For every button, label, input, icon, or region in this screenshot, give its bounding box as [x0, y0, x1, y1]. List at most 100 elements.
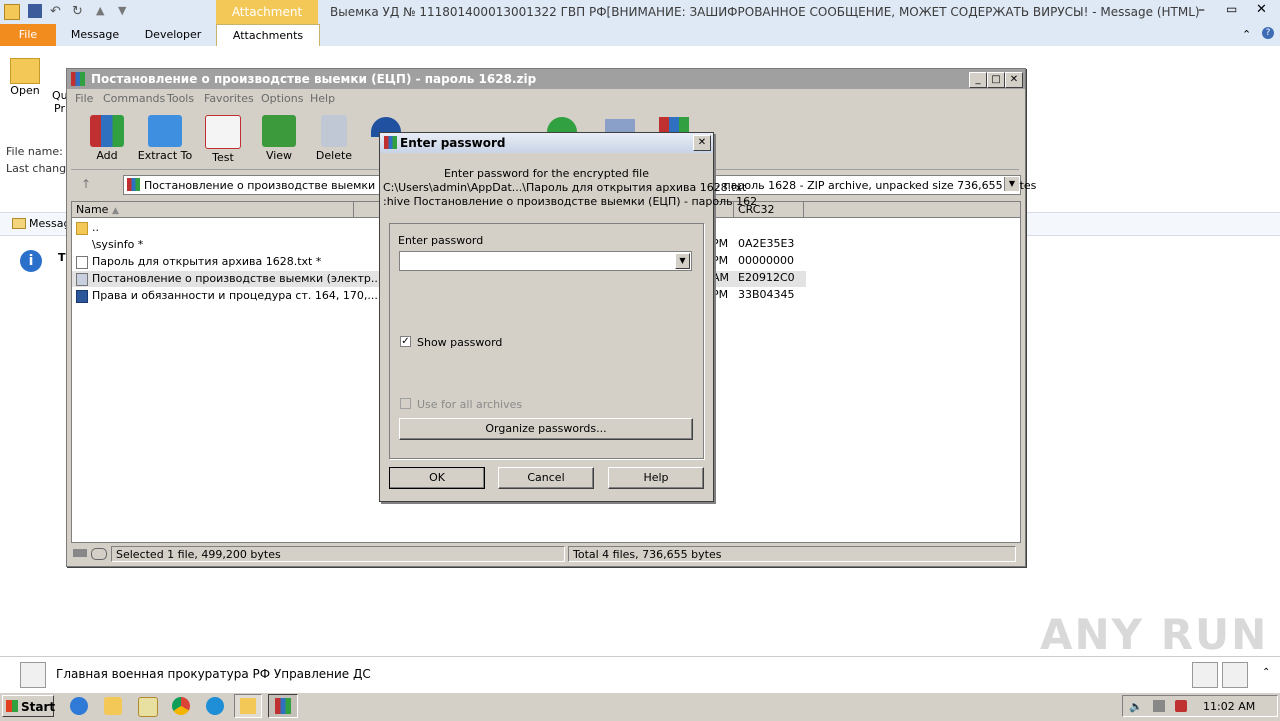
menu-commands[interactable]: Commands — [103, 92, 165, 105]
up-folder-icon[interactable]: ↑ — [81, 177, 91, 191]
attachment-tools-context-tab: Attachment Tools — [216, 0, 318, 43]
clock[interactable]: 11:02 AM — [1203, 700, 1255, 713]
up-arrow-icon[interactable]: ▲ — [96, 4, 104, 17]
tab-file[interactable]: File — [0, 24, 56, 46]
file-name: Пароль для открытия архива 1628.txt * — [92, 255, 322, 268]
sender-name[interactable]: Главная военная прокуратура РФ Управлени… — [56, 667, 371, 681]
info-icon: i — [20, 250, 42, 272]
security-icon[interactable] — [1175, 700, 1187, 712]
delete-label: Delete — [315, 149, 353, 162]
tab-attachments[interactable]: Attachments — [216, 24, 320, 47]
people-avatar-1[interactable] — [1192, 662, 1218, 688]
winrar-icon — [275, 698, 291, 714]
status-total: Total 4 files, 736,655 bytes — [568, 546, 1016, 562]
windows-logo-icon — [6, 700, 18, 712]
close-button[interactable]: ✕ — [1256, 2, 1267, 17]
file-time: PM — [712, 254, 729, 267]
document-icon — [76, 272, 88, 286]
dialog-close-button[interactable]: ✕ — [693, 135, 711, 151]
tab-message[interactable]: Message — [62, 24, 128, 46]
undo-icon[interactable]: ↶ — [50, 4, 61, 19]
organize-passwords-button[interactable]: Organize passwords... — [399, 418, 693, 440]
show-password-checkbox[interactable]: ✓ — [400, 336, 411, 347]
file-crc: 33B04345 — [738, 288, 795, 301]
prompt-line-1: Enter password for the encrypted file — [443, 167, 650, 180]
system-tray: 🔈 11:02 AM — [1122, 695, 1278, 717]
edge-icon[interactable] — [206, 697, 224, 715]
winrar-close-button[interactable]: ✕ — [1005, 72, 1023, 88]
network-icon[interactable] — [1153, 700, 1165, 712]
question-icon[interactable]: ? — [1262, 27, 1274, 39]
people-avatar-2[interactable] — [1222, 662, 1248, 688]
last-change-label: Last change — [6, 162, 73, 175]
view-button[interactable]: View — [249, 115, 309, 162]
drive-icon — [73, 549, 87, 557]
password-input[interactable]: ▼ — [399, 251, 692, 271]
menu-help[interactable]: Help — [310, 92, 335, 105]
message-envelope-icon — [12, 218, 26, 229]
contact-avatar — [20, 662, 46, 688]
start-button[interactable]: Start — [2, 695, 55, 717]
delete-button[interactable]: Delete — [304, 115, 364, 162]
outlook-taskbar-button[interactable] — [234, 694, 262, 718]
file-row[interactable]: Пароль для открытия архива 1628.txt * — [76, 254, 321, 270]
winrar-maximize-button[interactable]: □ — [987, 72, 1005, 88]
tab-developer[interactable]: Developer — [136, 24, 210, 46]
file-crc: E20912C0 — [738, 271, 795, 284]
cancel-button[interactable]: Cancel — [498, 467, 594, 489]
open-button[interactable]: Open — [8, 58, 42, 97]
file-row[interactable]: \sysinfo * — [76, 237, 143, 253]
ok-button[interactable]: OK — [389, 467, 485, 489]
winrar-titlebar: Постановление о производстве выемки (ЕЦП… — [67, 69, 1025, 89]
enter-password-dialog: Enter password ✕ Enter password for the … — [379, 132, 757, 502]
use-for-all-checkbox[interactable] — [400, 398, 411, 409]
view-book-icon — [262, 115, 296, 147]
prompt-line-3: :hive Постановление о производстве выемк… — [383, 195, 758, 208]
winrar-title: Постановление о производстве выемки (ЕЦП… — [91, 72, 537, 86]
add-button[interactable]: Add — [77, 115, 137, 162]
show-password-label: Show password — [417, 336, 503, 349]
menu-tools[interactable]: Tools — [167, 92, 194, 105]
use-for-all-label: Use for all archives — [417, 398, 523, 411]
extract-to-label: Extract To — [137, 149, 193, 162]
save-icon[interactable] — [28, 4, 42, 18]
chrome-icon[interactable] — [172, 697, 190, 715]
column-name[interactable]: Name ▲ — [72, 202, 354, 218]
winrar-minimize-button[interactable]: _ — [969, 72, 987, 88]
password-dropdown-icon[interactable]: ▼ — [675, 253, 690, 269]
people-pane-toggle-icon[interactable]: ⌃ — [1262, 667, 1270, 678]
winrar-icon — [71, 72, 85, 86]
redo-icon[interactable]: ↻ — [72, 4, 83, 19]
minimize-button[interactable]: – — [1198, 2, 1205, 18]
menu-favorites[interactable]: Favorites — [204, 92, 254, 105]
media-player-icon[interactable] — [138, 697, 158, 717]
menu-options[interactable]: Options — [261, 92, 303, 105]
folder-icon — [10, 58, 40, 84]
path-dropdown-icon[interactable]: ▼ — [1004, 177, 1019, 191]
column-filler — [804, 202, 1020, 218]
file-name-label: File name: — [6, 145, 63, 158]
explorer-folder-icon[interactable] — [104, 697, 122, 715]
help-button[interactable]: Help — [608, 467, 704, 489]
extract-to-button[interactable]: Extract To — [135, 115, 195, 162]
password-label: Enter password — [398, 234, 484, 247]
maximize-button[interactable]: ▭ — [1226, 2, 1237, 16]
message-tab[interactable]: Messag — [29, 217, 70, 230]
winrar-taskbar-button[interactable] — [268, 694, 298, 718]
archive-icon — [127, 178, 140, 191]
test-checklist-icon — [205, 115, 241, 149]
view-label: View — [265, 149, 293, 162]
down-arrow-icon[interactable]: ▼ — [118, 4, 126, 17]
volume-icon[interactable]: 🔈 — [1129, 700, 1143, 713]
extract-folder-icon — [148, 115, 182, 147]
file-row[interactable]: Права и обязанности и процедура ст. 164,… — [76, 288, 378, 304]
help-icon[interactable]: ⌃ — [1242, 28, 1251, 41]
text-file-icon — [76, 255, 88, 269]
file-row-parent[interactable]: .. — [76, 220, 99, 236]
internet-explorer-icon[interactable] — [70, 697, 88, 715]
test-button[interactable]: Test — [193, 115, 253, 164]
menu-file[interactable]: File — [75, 92, 93, 105]
add-icon — [90, 115, 124, 147]
word-document-icon — [76, 289, 88, 303]
outlook-icon — [240, 698, 256, 714]
